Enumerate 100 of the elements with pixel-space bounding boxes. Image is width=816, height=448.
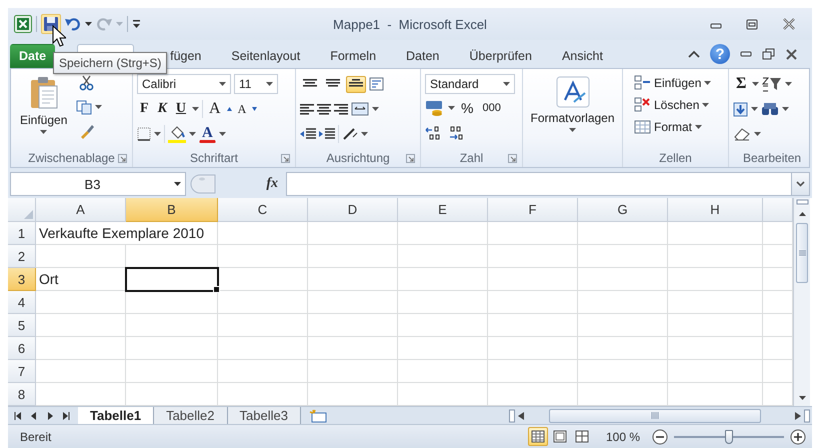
- last-sheet-icon[interactable]: [62, 412, 70, 420]
- caret-icon[interactable]: [752, 82, 760, 86]
- customize-icon[interactable]: [132, 19, 141, 29]
- align-center-icon[interactable]: [317, 102, 331, 116]
- caret-icon[interactable]: [361, 132, 368, 136]
- column-header[interactable]: D: [308, 198, 398, 222]
- caret-icon[interactable]: [782, 107, 789, 111]
- caret-icon[interactable]: [154, 132, 161, 136]
- scroll-thumb[interactable]: [549, 408, 761, 422]
- font-size-dropdown[interactable]: 11: [234, 74, 278, 94]
- row-header[interactable]: 5: [8, 314, 36, 337]
- excel-logo-icon[interactable]: [14, 15, 32, 33]
- row-header[interactable]: 4: [8, 291, 36, 314]
- caret-icon[interactable]: [95, 105, 102, 109]
- font-color-button[interactable]: A: [199, 125, 216, 143]
- copy-icon[interactable]: [76, 100, 92, 114]
- previous-sheet-icon[interactable]: [30, 412, 38, 420]
- dialog-launcher-icon[interactable]: [406, 154, 415, 162]
- first-sheet-icon[interactable]: [14, 412, 22, 420]
- align-button[interactable]: [346, 76, 366, 92]
- row-header[interactable]: 7: [8, 360, 36, 383]
- border-icon[interactable]: [137, 127, 151, 141]
- thousands-button[interactable]: 000: [479, 100, 504, 116]
- number-format-dropdown[interactable]: Standard: [425, 74, 515, 94]
- column-header[interactable]: E: [398, 198, 488, 222]
- row-header[interactable]: 8: [8, 383, 36, 406]
- view-button[interactable]: [528, 427, 548, 446]
- decrease-indent-icon[interactable]: [300, 128, 316, 140]
- caret-icon[interactable]: [448, 106, 455, 110]
- next-sheet-icon[interactable]: [46, 412, 54, 420]
- row-header[interactable]: 1: [8, 222, 36, 245]
- paste-button[interactable]: Einfügen: [15, 73, 72, 149]
- caret-icon[interactable]: [189, 132, 196, 136]
- column-header[interactable]: F: [488, 198, 578, 222]
- split-handle-icon[interactable]: [509, 408, 515, 422]
- italic-button[interactable]: K: [154, 99, 170, 119]
- wrap-text-icon[interactable]: [369, 77, 384, 91]
- caret-icon[interactable]: [695, 124, 702, 128]
- align-left-icon[interactable]: [300, 102, 314, 116]
- caret-icon[interactable]: [785, 82, 792, 86]
- dialog-launcher-icon[interactable]: [508, 154, 517, 162]
- column-header[interactable]: H: [668, 198, 763, 222]
- fill-down-icon[interactable]: [733, 102, 748, 116]
- close-icon[interactable]: [782, 18, 796, 30]
- name-box[interactable]: B3: [10, 172, 186, 196]
- caret-icon[interactable]: [751, 107, 758, 111]
- sheet-tab[interactable]: Tabelle1: [78, 407, 154, 424]
- caret-icon[interactable]: [85, 22, 92, 26]
- scroll-left-icon[interactable]: [518, 412, 524, 420]
- caret-icon[interactable]: [218, 132, 226, 136]
- expand-formula-button[interactable]: [791, 172, 810, 196]
- fill-color-icon[interactable]: [168, 126, 186, 142]
- ribbon-tab[interactable]: Ansicht: [546, 44, 618, 68]
- split-handle-icon[interactable]: [794, 198, 811, 206]
- scroll-right-icon[interactable]: [795, 412, 801, 420]
- autosum-button[interactable]: Σ: [733, 73, 750, 95]
- zoom-in-icon[interactable]: [790, 428, 806, 444]
- grow-font-button[interactable]: A: [206, 98, 224, 120]
- column-header[interactable]: A: [36, 198, 126, 222]
- new-sheet-icon[interactable]: [308, 408, 327, 422]
- bold-button[interactable]: F: [137, 99, 152, 119]
- caret-icon[interactable]: [219, 82, 226, 86]
- orientation-icon[interactable]: [342, 127, 358, 141]
- increase-indent-icon[interactable]: [319, 128, 335, 140]
- cells-button[interactable]: Löschen: [631, 95, 714, 114]
- caret-icon[interactable]: [569, 128, 576, 132]
- restore-icon[interactable]: [762, 48, 775, 60]
- file-tab[interactable]: Date: [10, 44, 56, 68]
- close-icon[interactable]: [785, 48, 798, 60]
- column-header[interactable]: C: [218, 198, 308, 222]
- active-cell[interactable]: [126, 268, 218, 291]
- caret-icon[interactable]: [266, 82, 273, 86]
- zoom-out-icon[interactable]: [652, 428, 668, 444]
- cells-button[interactable]: Einfügen: [631, 73, 714, 92]
- styles-button[interactable]: Formatvorlagen: [525, 73, 620, 149]
- save-button[interactable]: [41, 14, 61, 34]
- insert-function-button[interactable]: fx: [258, 176, 286, 192]
- underline-button[interactable]: U: [172, 99, 190, 119]
- caret-icon[interactable]: [372, 107, 379, 111]
- ribbon-tab[interactable]: Seitenlayout: [216, 44, 316, 68]
- font-name-dropdown[interactable]: Calibri: [137, 74, 231, 94]
- caret-icon[interactable]: [192, 107, 200, 111]
- scroll-thumb[interactable]: [796, 223, 808, 283]
- merge-icon[interactable]: [351, 102, 369, 116]
- sheet-tab[interactable]: Tabelle2: [154, 407, 228, 424]
- align-right-icon[interactable]: [334, 102, 348, 116]
- ribbon-tab[interactable]: Überprüfen: [454, 44, 547, 68]
- split-handle-icon[interactable]: [804, 408, 810, 422]
- column-header[interactable]: B: [126, 198, 218, 222]
- caret-icon[interactable]: [174, 182, 181, 186]
- caret-icon[interactable]: [503, 82, 510, 86]
- sheet-tab[interactable]: Tabelle3: [228, 407, 301, 424]
- dialog-launcher-icon[interactable]: [118, 154, 127, 162]
- ribbon-tab[interactable]: Daten: [391, 44, 454, 68]
- dialog-launcher-icon[interactable]: [281, 154, 290, 162]
- collapse-ribbon-icon[interactable]: [688, 50, 700, 58]
- minimize-icon[interactable]: [740, 50, 752, 58]
- caret-icon[interactable]: [704, 80, 712, 84]
- caret-icon[interactable]: [702, 102, 710, 106]
- shrink-font-button[interactable]: A: [234, 100, 250, 118]
